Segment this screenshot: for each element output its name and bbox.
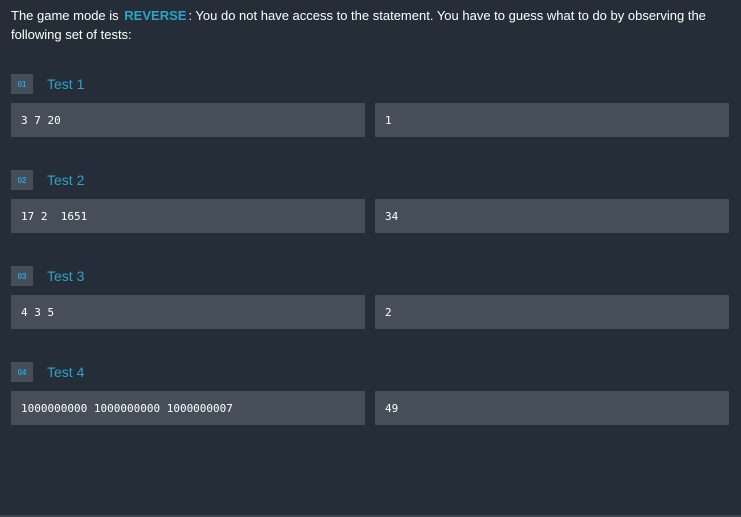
test-header: 03 Test 3 (11, 265, 84, 287)
test-output: 2 (375, 295, 729, 329)
test-title: Test 3 (47, 268, 85, 284)
test-header: 02 Test 2 (11, 169, 84, 191)
test-number-badge: 04 (11, 362, 33, 382)
test-output: 34 (375, 199, 729, 233)
test-case-4: 04 Test 4 1000000000 1000000000 10000000… (11, 361, 729, 471)
test-output: 1 (375, 103, 729, 137)
game-mode-badge: REVERSE (124, 8, 187, 23)
test-number-badge: 03 (11, 266, 33, 286)
test-case-3: 03 Test 3 4 3 5 2 (11, 265, 729, 375)
test-title: Test 1 (47, 76, 85, 92)
test-number-badge: 01 (11, 74, 33, 94)
test-header: 01 Test 1 (11, 73, 84, 95)
test-case-1: 01 Test 1 3 7 20 1 (11, 73, 729, 183)
test-input: 4 3 5 (11, 295, 365, 329)
test-input: 1000000000 1000000000 1000000007 (11, 391, 365, 425)
test-number-badge: 02 (11, 170, 33, 190)
test-header: 04 Test 4 (11, 361, 84, 383)
test-output: 49 (375, 391, 729, 425)
test-input: 3 7 20 (11, 103, 365, 137)
intro-prefix: The game mode is (11, 8, 119, 23)
test-title: Test 2 (47, 172, 85, 188)
game-mode-description: The game mode is REVERSE: You do not hav… (11, 6, 733, 44)
test-input: 17 2 1651 (11, 199, 365, 233)
test-case-2: 02 Test 2 17 2 1651 34 (11, 169, 729, 279)
test-title: Test 4 (47, 364, 85, 380)
